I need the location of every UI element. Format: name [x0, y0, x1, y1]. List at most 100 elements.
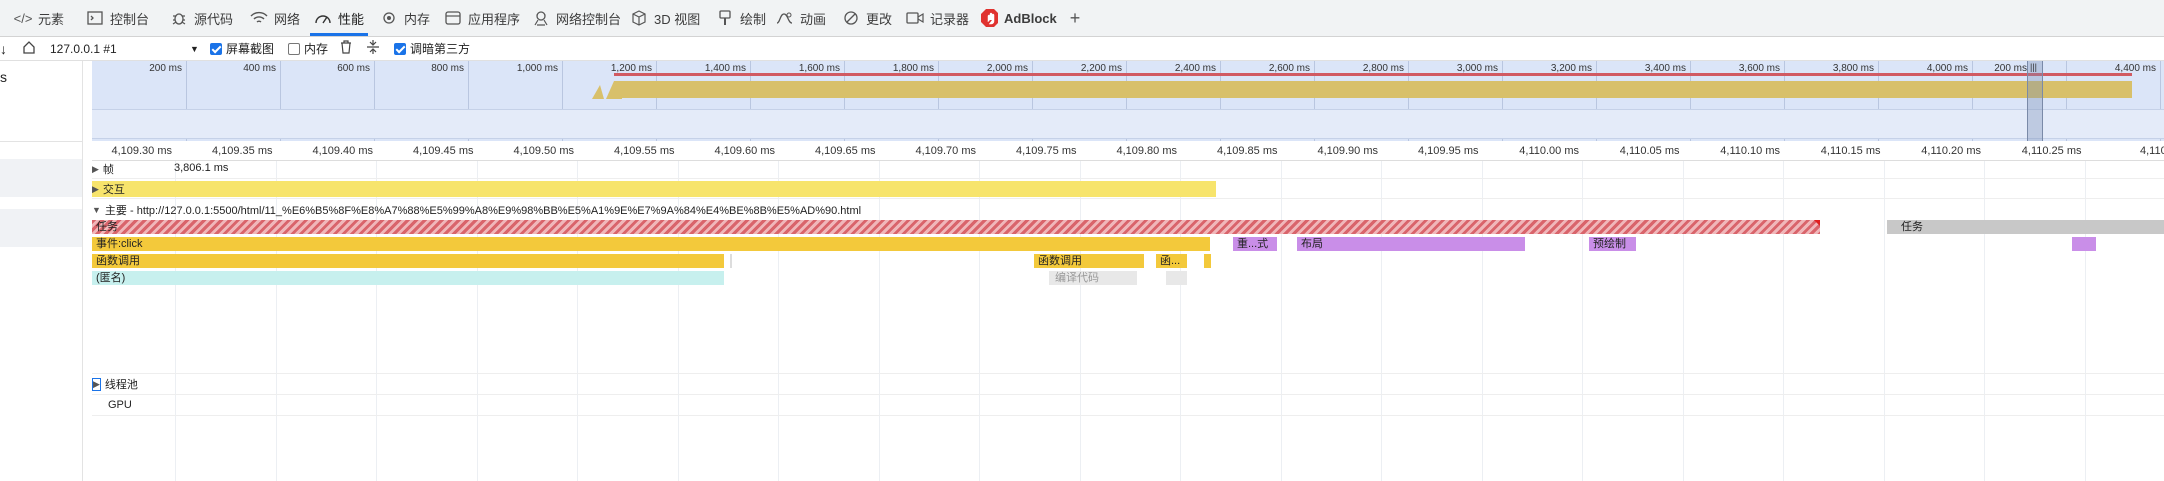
wifi-icon	[250, 9, 268, 27]
tab-adblock[interactable]: AdBlock	[980, 0, 1057, 36]
tab-memory[interactable]: 内存	[380, 0, 430, 36]
tab-label: 应用程序	[468, 11, 521, 27]
track-divider	[92, 178, 2164, 179]
tab-application[interactable]: 应用程序	[444, 0, 520, 36]
layout-bar[interactable]: 布局	[1297, 237, 1525, 251]
sidebar-item[interactable]	[0, 209, 82, 247]
memory-icon	[380, 9, 398, 27]
task-bar-2[interactable]: 任务	[1887, 220, 2164, 234]
interactions-bar[interactable]	[92, 181, 1216, 197]
memory-checkbox[interactable]: 内存	[288, 39, 328, 58]
timeline-grid-line	[979, 161, 980, 481]
cube-icon	[630, 9, 648, 27]
tab-changes[interactable]: 更改	[842, 0, 892, 36]
prepaint-bar[interactable]: 预绘制	[1589, 237, 1636, 251]
gpu-track-header[interactable]: GPU	[108, 397, 132, 413]
ruler-tick-label: 4,109.75 ms	[1015, 145, 1077, 157]
tab-paint[interactable]: 绘制	[716, 0, 766, 36]
interactions-track-header[interactable]: ▶ 交互	[92, 181, 125, 197]
timeline-grid-line	[1481, 161, 1483, 481]
overview-activity-spike	[592, 81, 622, 99]
sidebar-item[interactable]	[0, 159, 82, 197]
tab-animation[interactable]: 动画	[776, 0, 826, 36]
expand-triangle-icon[interactable]: ▶	[92, 184, 99, 195]
tiny-event-mark	[730, 254, 732, 268]
tab-3d-view[interactable]: 3D 视图	[630, 0, 700, 36]
timeline-grid-line	[1180, 161, 1181, 481]
tab-label: 源代码	[194, 11, 234, 27]
target-select[interactable]: 127.0.0.1 #1 ▼	[50, 39, 200, 58]
compile-code-bar-2[interactable]	[1166, 271, 1187, 285]
third-party-checkbox[interactable]: 调暗第三方	[394, 39, 470, 58]
compile-code-bar[interactable]: 编译代码	[1049, 271, 1137, 285]
long-task-marker	[1814, 220, 1820, 226]
bug-icon	[170, 9, 188, 27]
expand-triangle-icon[interactable]: ▶	[92, 377, 101, 391]
ruler-tick-label: 4,110.15 ms	[1820, 145, 1881, 157]
anonymous-bar[interactable]: (匿名)	[92, 271, 724, 285]
function-call-bar-2[interactable]: 函数调用	[1034, 254, 1144, 268]
ruler-tick-label: 4,109.65 ms	[814, 145, 876, 157]
task-bar[interactable]: 任务	[92, 220, 1820, 234]
application-icon	[444, 9, 462, 27]
home-button[interactable]	[22, 39, 36, 58]
timeline-grid-line	[1682, 161, 1684, 481]
ruler-tick-label: 4,110.05 ms	[1619, 145, 1680, 157]
ruler-tick-label: 4,110.25 ms	[2021, 145, 2082, 157]
function-call-bar-4[interactable]	[1204, 254, 1211, 268]
target-value: 127.0.0.1 #1	[50, 41, 117, 56]
chevron-down-icon: ▼	[190, 43, 199, 54]
overview-selection-window[interactable]: |||	[2027, 61, 2043, 141]
download-profile-button[interactable]: ↓	[0, 39, 7, 58]
event-click-bar[interactable]: 事件:click	[92, 237, 1210, 251]
third-party-check-icon	[394, 42, 406, 55]
tab-label: 性能	[338, 11, 365, 27]
tab-network[interactable]: 网络	[250, 0, 300, 36]
timeline-grid-line	[1582, 161, 1583, 481]
overview-tick-label: 200 ms	[149, 63, 182, 74]
tab-network-console[interactable]: 网络控制台	[532, 0, 621, 36]
timeline-grid-line	[878, 161, 880, 481]
threadpool-label: 线程池	[104, 379, 138, 391]
track-divider	[92, 373, 2164, 374]
collapse-triangle-icon[interactable]: ▼	[92, 205, 101, 215]
main-track-header[interactable]: ▼ 主要 - http://127.0.0.1:5500/html/11_%E6…	[92, 202, 861, 218]
ruler-tick-label: 4,110.10 ms	[1720, 145, 1780, 157]
breadcrumb-toggle-button[interactable]	[366, 39, 380, 58]
function-call-bar-3[interactable]: 函...	[1156, 254, 1187, 268]
main-thread-label: 主要 - http://127.0.0.1:5500/html/11_%E6%B…	[104, 205, 862, 217]
tab-recorder[interactable]: 记录器	[906, 0, 969, 36]
frames-track-header[interactable]: ▶ 帧	[92, 161, 114, 177]
threadpool-track-header[interactable]: ▶ 线程池	[92, 376, 138, 392]
expand-triangle-icon[interactable]: ▶	[92, 164, 99, 175]
timeline-overview[interactable]: 200 ms 400 ms 600 ms 800 ms 1,000 ms 1,200 ms…	[92, 61, 2164, 141]
track-divider	[92, 198, 2164, 199]
overview-tick-label: 1,000 ms	[516, 63, 558, 74]
sidebar: s	[0, 61, 83, 481]
tab-performance[interactable]: 性能	[309, 0, 369, 36]
time-ruler: 4,109.30 ms 4,109.35 ms 4,109.40 ms 4,109.4…	[92, 142, 2164, 161]
ruler-tick-label: 4,109.80 ms	[1116, 145, 1177, 157]
tab-label: 网络	[274, 11, 301, 27]
add-tab-button[interactable]: +	[1066, 0, 1084, 36]
tab-elements[interactable]: </> 元素	[14, 0, 64, 36]
tab-label: 元素	[38, 11, 65, 27]
tab-label: 绘制	[740, 11, 767, 27]
home-icon	[22, 40, 36, 57]
frames-duration: 3,806.1 ms	[174, 162, 229, 174]
animation-icon	[776, 9, 794, 27]
code-icon: </>	[13, 10, 33, 26]
screenshots-checkbox[interactable]: 屏幕截图	[210, 39, 274, 58]
collect-garbage-button[interactable]	[340, 39, 352, 58]
plus-icon: +	[1069, 7, 1081, 28]
download-icon: ↓	[0, 40, 7, 57]
recalc-style-bar[interactable]: 重...式	[1233, 237, 1277, 251]
tab-sources[interactable]: 源代码	[170, 0, 233, 36]
tab-label: 内存	[404, 11, 431, 27]
timeline-grid-line	[1280, 161, 1282, 481]
function-call-bar[interactable]: 函数调用	[92, 254, 724, 268]
performance-toolbar: ↓ 127.0.0.1 #1 ▼ 屏幕截图 内存 调暗第三方	[0, 37, 2164, 61]
tab-console[interactable]: 控制台	[86, 0, 149, 36]
paint-bar[interactable]	[2072, 237, 2096, 251]
overview-tick-label: 800 ms	[431, 63, 464, 74]
